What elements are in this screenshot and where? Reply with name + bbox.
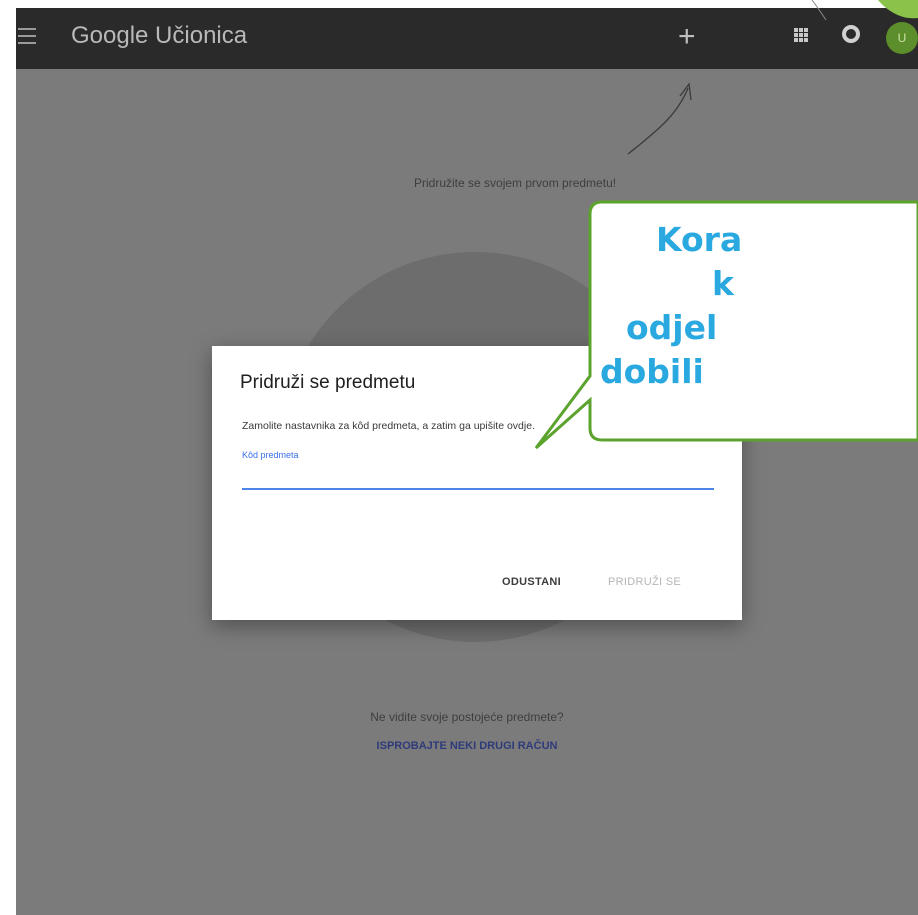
cancel-button[interactable]: ODUSTANI <box>502 576 561 588</box>
join-button[interactable]: PRIDRUŽI SE <box>608 576 681 588</box>
try-other-account-link[interactable]: ISPROBAJTE NEKI DRUGI RAČUN <box>16 740 918 752</box>
class-code-input[interactable] <box>242 464 714 490</box>
no-classes-text: Ne vidite svoje postojeće predmete? <box>370 710 564 724</box>
dialog-description: Zamolite nastavnika za kôd predmeta, a z… <box>242 420 535 432</box>
class-code-label: Kôd predmeta <box>242 450 299 460</box>
dialog-title: Pridruži se predmetu <box>240 372 416 393</box>
join-first-class-hint: Pridružite se svojem prvom predmetu! <box>414 176 617 190</box>
classroom-window: Google Učionica + U Pridružite se svojem… <box>16 8 918 915</box>
join-class-dialog: Pridruži se predmetu Zamolite nastavnika… <box>212 346 742 620</box>
slide-corner-decoration <box>811 0 918 21</box>
